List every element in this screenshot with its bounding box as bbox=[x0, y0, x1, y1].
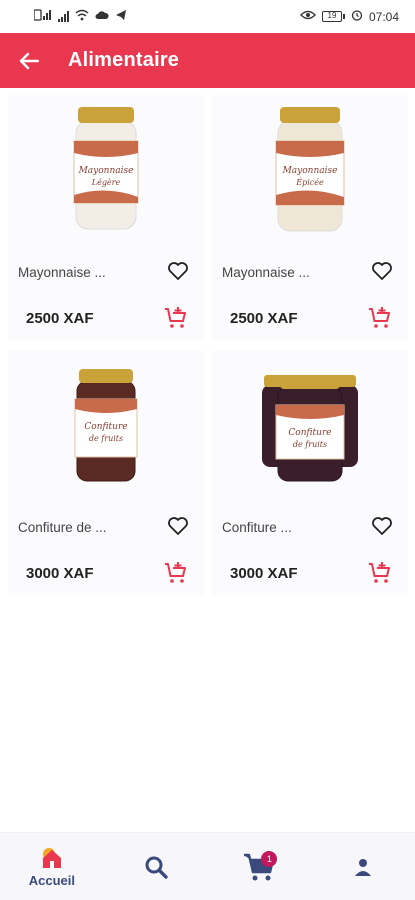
nav-cart[interactable]: 1 bbox=[219, 837, 299, 897]
svg-text:de fruits: de fruits bbox=[89, 434, 123, 443]
signal-icon bbox=[58, 11, 69, 22]
product-card[interactable]: Mayonnaise Épicée Mayonnaise ... 2500 XA… bbox=[212, 95, 408, 340]
user-icon bbox=[355, 858, 372, 876]
cart-add-icon bbox=[369, 307, 390, 328]
svg-text:Confiture: Confiture bbox=[84, 422, 127, 432]
svg-text:Mayonnaise: Mayonnaise bbox=[78, 166, 134, 176]
battery-icon: 19 bbox=[321, 11, 345, 22]
cart-add-icon bbox=[165, 562, 186, 583]
status-left bbox=[33, 9, 127, 24]
svg-text:Confiture: Confiture bbox=[288, 428, 331, 438]
nav-home[interactable]: Accueil bbox=[12, 837, 92, 897]
wifi-icon bbox=[75, 9, 89, 24]
product-image[interactable]: Mayonnaise Épicée bbox=[212, 95, 408, 245]
svg-text:Mayonnaise: Mayonnaise bbox=[282, 166, 338, 176]
cloud-icon bbox=[95, 9, 109, 24]
favorite-button[interactable] bbox=[370, 259, 394, 283]
app-bar: Alimentaire bbox=[0, 33, 415, 88]
product-card[interactable]: Confiture de fruits Confiture de ... 300… bbox=[8, 350, 204, 595]
sim-icon bbox=[33, 9, 52, 24]
product-name[interactable]: Confiture ... bbox=[222, 520, 292, 535]
svg-text:de fruits: de fruits bbox=[293, 440, 327, 449]
add-to-cart-button[interactable] bbox=[164, 306, 188, 330]
back-button[interactable] bbox=[18, 50, 40, 72]
heart-icon bbox=[372, 517, 392, 535]
status-bar: 19 07:04 bbox=[0, 0, 415, 33]
page-title: Alimentaire bbox=[68, 49, 180, 71]
product-image[interactable]: Mayonnaise Légère bbox=[8, 95, 204, 245]
product-card[interactable]: Confiture de fruits Confiture ... 3000 X… bbox=[212, 350, 408, 595]
nav-home-label: Accueil bbox=[28, 872, 75, 888]
heart-icon bbox=[372, 262, 392, 280]
product-price: 3000 XAF bbox=[26, 565, 94, 582]
heart-icon bbox=[168, 262, 188, 280]
product-image[interactable]: Confiture de fruits bbox=[8, 350, 204, 500]
product-name[interactable]: Mayonnaise ... bbox=[18, 265, 106, 280]
product-price: 2500 XAF bbox=[26, 310, 94, 327]
product-image[interactable]: Confiture de fruits bbox=[212, 350, 408, 500]
cart-add-icon bbox=[165, 307, 186, 328]
favorite-button[interactable] bbox=[370, 514, 394, 538]
nav-profile[interactable] bbox=[323, 837, 403, 897]
search-icon bbox=[145, 856, 168, 879]
favorite-button[interactable] bbox=[166, 514, 190, 538]
telegram-icon bbox=[115, 9, 127, 24]
status-right: 19 07:04 bbox=[300, 9, 399, 24]
favorite-button[interactable] bbox=[166, 259, 190, 283]
status-time: 07:04 bbox=[368, 9, 399, 24]
product-card[interactable]: Mayonnaise Légère Mayonnaise ... 2500 XA… bbox=[8, 95, 204, 340]
alarm-icon bbox=[351, 9, 363, 24]
arrow-left-icon bbox=[19, 52, 39, 69]
bottom-nav: Accueil 1 bbox=[0, 832, 415, 900]
svg-text:Épicée: Épicée bbox=[295, 178, 324, 187]
heart-icon bbox=[168, 517, 188, 535]
product-name[interactable]: Mayonnaise ... bbox=[222, 265, 310, 280]
add-to-cart-button[interactable] bbox=[368, 306, 392, 330]
product-price: 2500 XAF bbox=[230, 310, 298, 327]
product-price: 3000 XAF bbox=[230, 565, 298, 582]
battery-level: 19 bbox=[321, 11, 342, 22]
add-to-cart-button[interactable] bbox=[164, 561, 188, 585]
add-to-cart-button[interactable] bbox=[368, 561, 392, 585]
product-name[interactable]: Confiture de ... bbox=[18, 520, 107, 535]
cart-add-icon bbox=[369, 562, 390, 583]
svg-text:Légère: Légère bbox=[91, 178, 121, 187]
home-icon bbox=[42, 847, 61, 868]
eye-icon bbox=[300, 9, 316, 24]
cart-badge: 1 bbox=[261, 850, 278, 867]
nav-search[interactable] bbox=[116, 837, 196, 897]
